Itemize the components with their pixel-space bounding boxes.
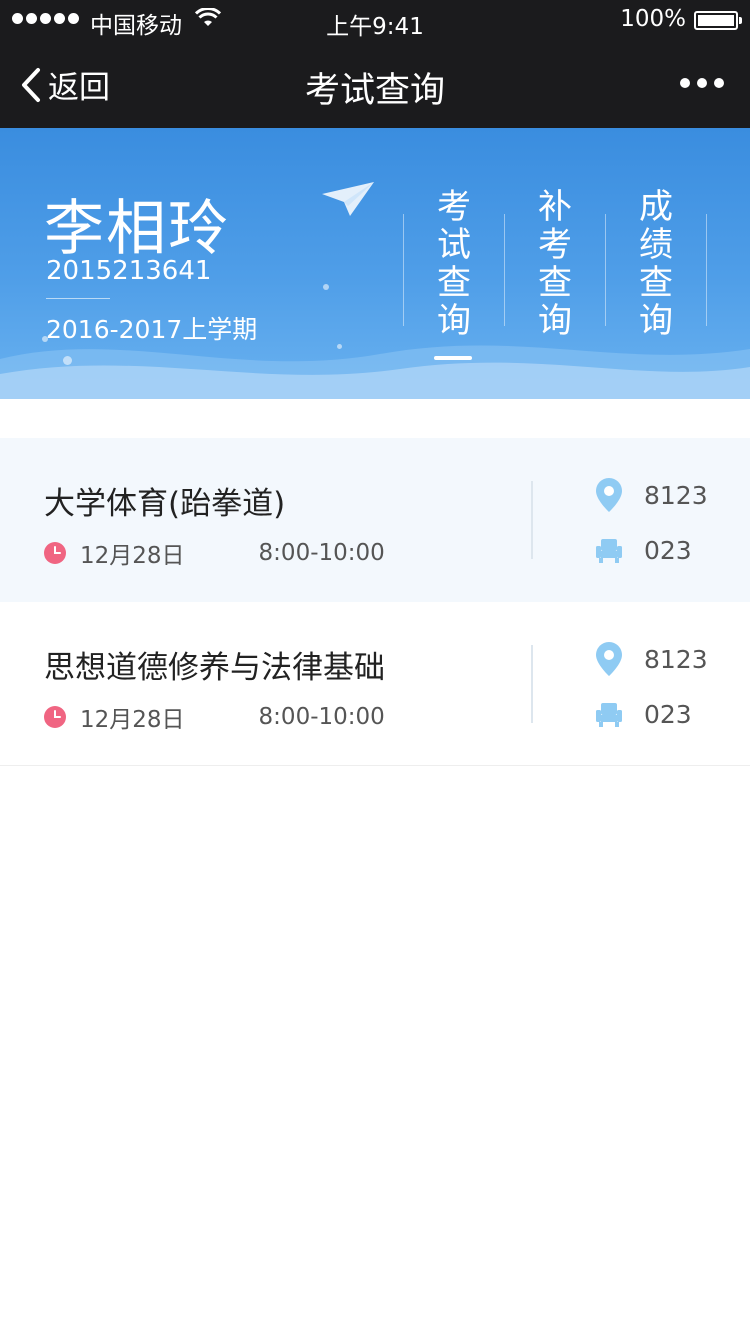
decor-dot (323, 284, 329, 290)
more-menu-button[interactable] (680, 78, 724, 88)
divider (531, 645, 533, 723)
tab-makeup-query[interactable]: 补考查询 (505, 188, 605, 340)
tab-label-char: 绩 (639, 225, 673, 265)
tab-label-char: 查 (639, 263, 673, 303)
exam-list-item[interactable]: 思想道德修养与法律基础 12月28日 8:00-10:00 8123 023 (0, 602, 750, 766)
battery-percent: 100% (620, 6, 686, 32)
location-pin-icon (596, 642, 622, 676)
tab-label-char: 询 (538, 301, 572, 341)
divider (531, 481, 533, 559)
exam-time: 8:00-10:00 (258, 704, 385, 730)
seat-number: 023 (644, 700, 692, 729)
tab-label-char: 查 (538, 263, 572, 303)
tab-label-char: 考 (538, 225, 572, 265)
course-name: 大学体育(跆拳道) (44, 486, 286, 522)
student-id: 2015213641 (46, 256, 212, 286)
tab-label-char: 考 (437, 187, 471, 227)
seat-number: 023 (644, 536, 692, 565)
tab-label-char: 补 (538, 187, 572, 227)
exam-room: 8123 (596, 478, 708, 512)
decor-dot (63, 356, 72, 365)
exam-date: 12月28日 (80, 543, 185, 569)
status-bar: 中国移动 上午9:41 100% (0, 0, 750, 40)
tab-score-query[interactable]: 成绩查询 (606, 188, 706, 340)
exam-datetime: 12月28日 8:00-10:00 (44, 536, 385, 570)
paper-plane-icon (322, 182, 376, 222)
exam-datetime: 12月28日 8:00-10:00 (44, 700, 385, 734)
exam-list-item[interactable]: 大学体育(跆拳道) 12月28日 8:00-10:00 8123 023 (0, 438, 750, 602)
nav-bar: 返回 考试查询 (0, 40, 750, 128)
clock-icon (44, 706, 66, 728)
academic-term: 2016-2017上学期 (46, 315, 258, 344)
exam-room: 8123 (596, 642, 708, 676)
exam-date: 12月28日 (80, 707, 185, 733)
tab-label-char: 试 (437, 225, 471, 265)
room-number: 8123 (644, 480, 708, 510)
tab-label-char: 询 (437, 301, 471, 341)
course-name: 思想道德修养与法律基础 (44, 650, 385, 686)
exam-seat: 023 (596, 700, 692, 729)
divider (46, 298, 110, 299)
profile-banner: 李相玲 2015213641 2016-2017上学期 考试查询 补考查询 成绩… (0, 128, 750, 399)
tab-label-char: 查 (437, 263, 471, 303)
seat-icon (596, 538, 622, 563)
decor-dot (337, 344, 342, 349)
student-name: 李相玲 (44, 194, 230, 264)
tab-exam-query[interactable]: 考试查询 (404, 187, 504, 360)
location-pin-icon (596, 478, 622, 512)
tab-separator (706, 214, 707, 326)
exam-seat: 023 (596, 536, 692, 565)
battery-icon (694, 11, 742, 30)
page-title: 考试查询 (304, 71, 445, 111)
tab-label-char: 询 (639, 301, 673, 341)
seat-icon (596, 702, 622, 727)
room-number: 8123 (644, 644, 708, 674)
tab-label-char: 成 (639, 187, 673, 227)
query-tabs: 考试查询 补考查询 成绩查询 (403, 187, 707, 360)
clock-icon (44, 542, 66, 564)
exam-time: 8:00-10:00 (258, 540, 385, 566)
